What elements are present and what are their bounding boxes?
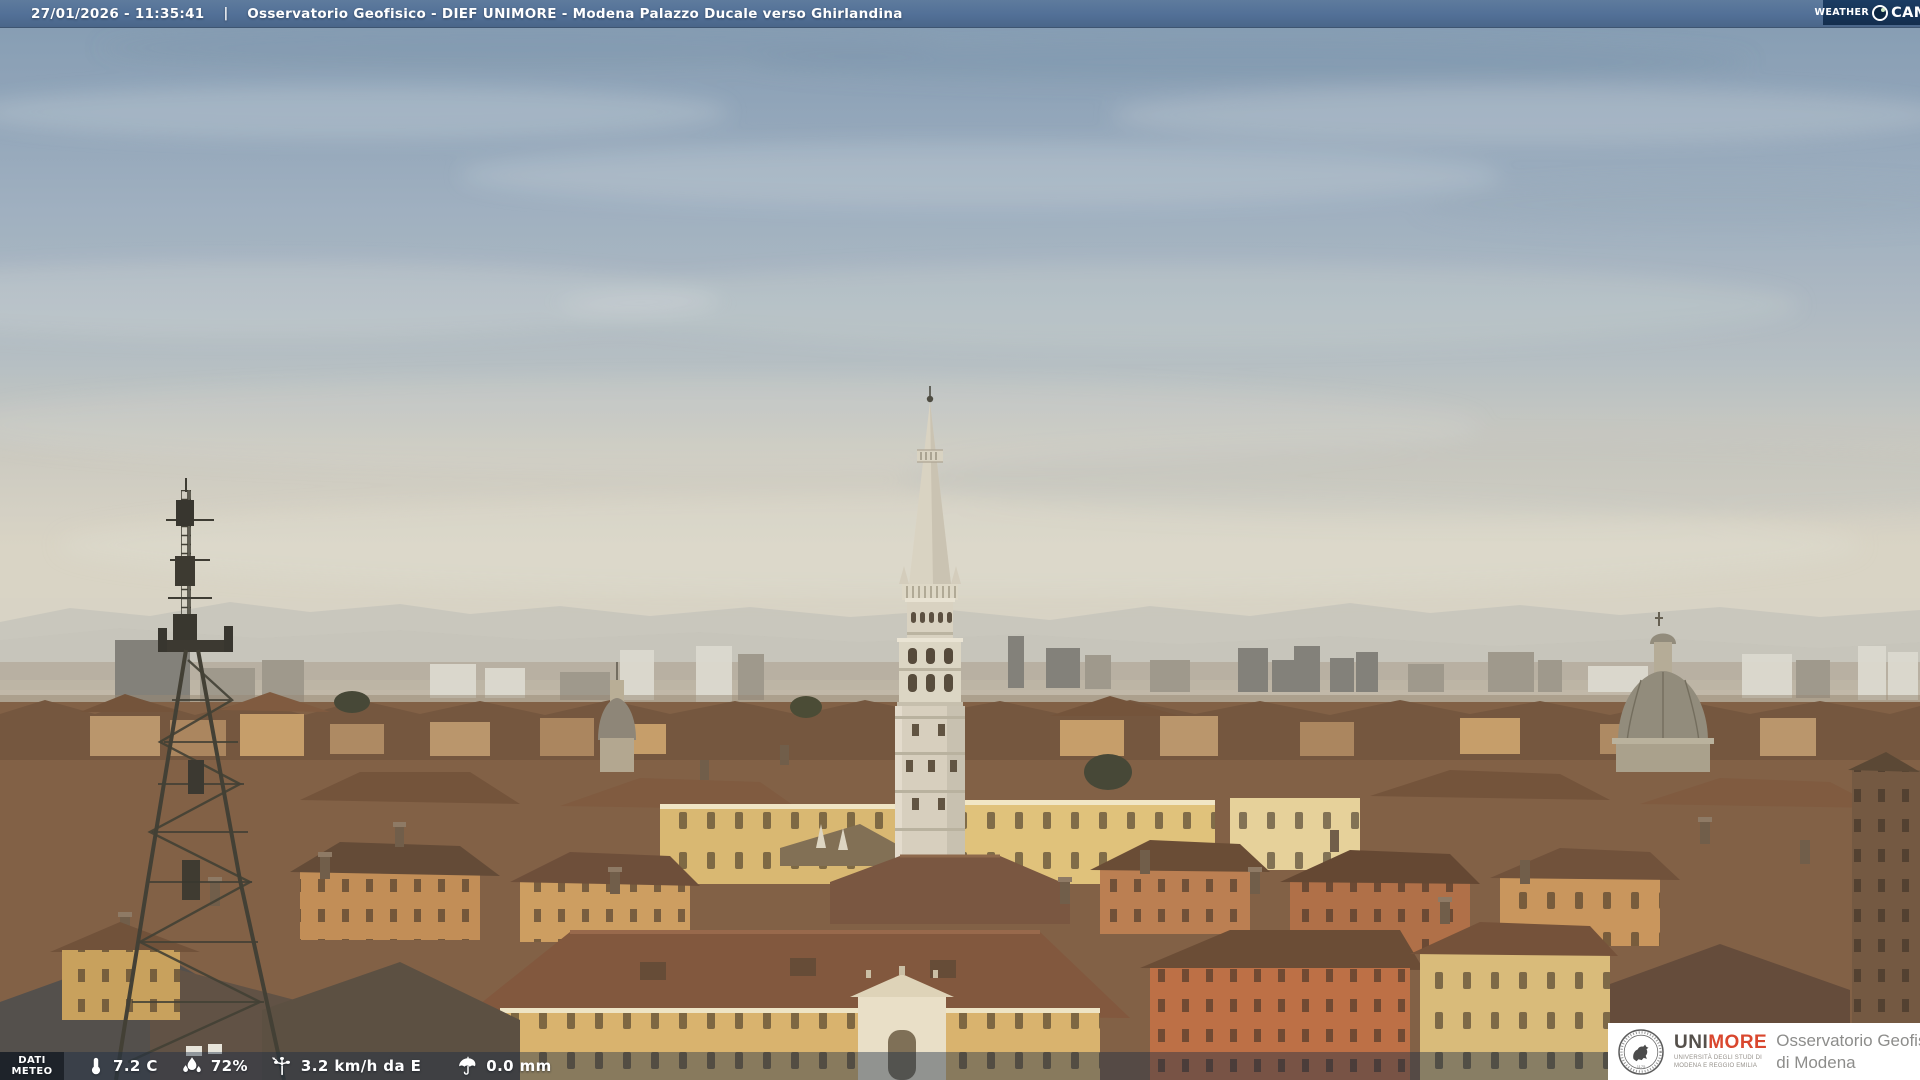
unimore-seal-icon: 1175: [1617, 1028, 1665, 1076]
observatory-name: Osservatorio Geofisico di Modena: [1776, 1030, 1920, 1073]
dati-line1: DATI: [18, 1054, 46, 1066]
camera-lens-icon: [1872, 4, 1889, 21]
observatory-name-line1: Osservatorio Geofisico: [1776, 1031, 1920, 1051]
page-title: Osservatorio Geofisico - DIEF UNIMORE - …: [247, 5, 903, 22]
unimore-subtitle: UNIVERSITÀ DEGLI STUDI DI MODENA E REGGI…: [1674, 1055, 1767, 1071]
weathercam-logo[interactable]: WEATHER CAM: [1814, 0, 1920, 25]
temperature-value: 7.2 C: [113, 1057, 158, 1075]
observatory-name-line2: di Modena: [1776, 1052, 1856, 1072]
header-bar: 27/01/2026 - 11:35:41 | Osservatorio Geo…: [0, 0, 1920, 28]
thermometer-icon: [86, 1055, 106, 1077]
weathercam-word-weather: WEATHER: [1814, 7, 1870, 18]
anemometer-icon: [270, 1055, 294, 1077]
unimore-subtitle-line2: MODENA E REGGIO EMILIA: [1674, 1062, 1758, 1069]
umbrella-icon: [457, 1055, 479, 1077]
color-grade: [0, 0, 1920, 1080]
unimore-branding-box: 1175 UNIMORE UNIVERSITÀ DEGLI STUDI DI M…: [1608, 1023, 1920, 1080]
unimore-logo-block: UNIMORE UNIVERSITÀ DEGLI STUDI DI MODENA…: [1674, 1033, 1767, 1071]
unimore-wordmark: UNIMORE: [1674, 1033, 1767, 1052]
wind-value: 3.2 km/h da E: [300, 1057, 422, 1075]
unimore-wordmark-uni: UNI: [1674, 1031, 1709, 1053]
humidity-value: 72%: [210, 1057, 248, 1075]
humidity-drops-icon: [180, 1055, 204, 1077]
unimore-wordmark-more: MORE: [1708, 1031, 1768, 1053]
humidity-reading: 72%: [180, 1055, 248, 1077]
timestamp: 27/01/2026 - 11:35:41: [31, 5, 205, 22]
wind-reading: 3.2 km/h da E: [270, 1055, 421, 1077]
webcam-view: 27/01/2026 - 11:35:41 | Osservatorio Geo…: [0, 0, 1920, 1080]
weathercam-word-cam: CAM: [1891, 4, 1920, 21]
dati-line2: METEO: [11, 1066, 53, 1077]
temperature-reading: 7.2 C: [86, 1055, 158, 1077]
seal-year: 1175: [1637, 1064, 1646, 1069]
separator: |: [223, 6, 229, 21]
unimore-subtitle-line1: UNIVERSITÀ DEGLI STUDI DI: [1674, 1054, 1763, 1061]
rain-reading: 0.0 mm: [457, 1055, 551, 1077]
webcam-image: [0, 0, 1920, 1080]
dati-meteo-label: DATI METEO: [0, 1052, 64, 1080]
rain-value: 0.0 mm: [486, 1057, 552, 1075]
